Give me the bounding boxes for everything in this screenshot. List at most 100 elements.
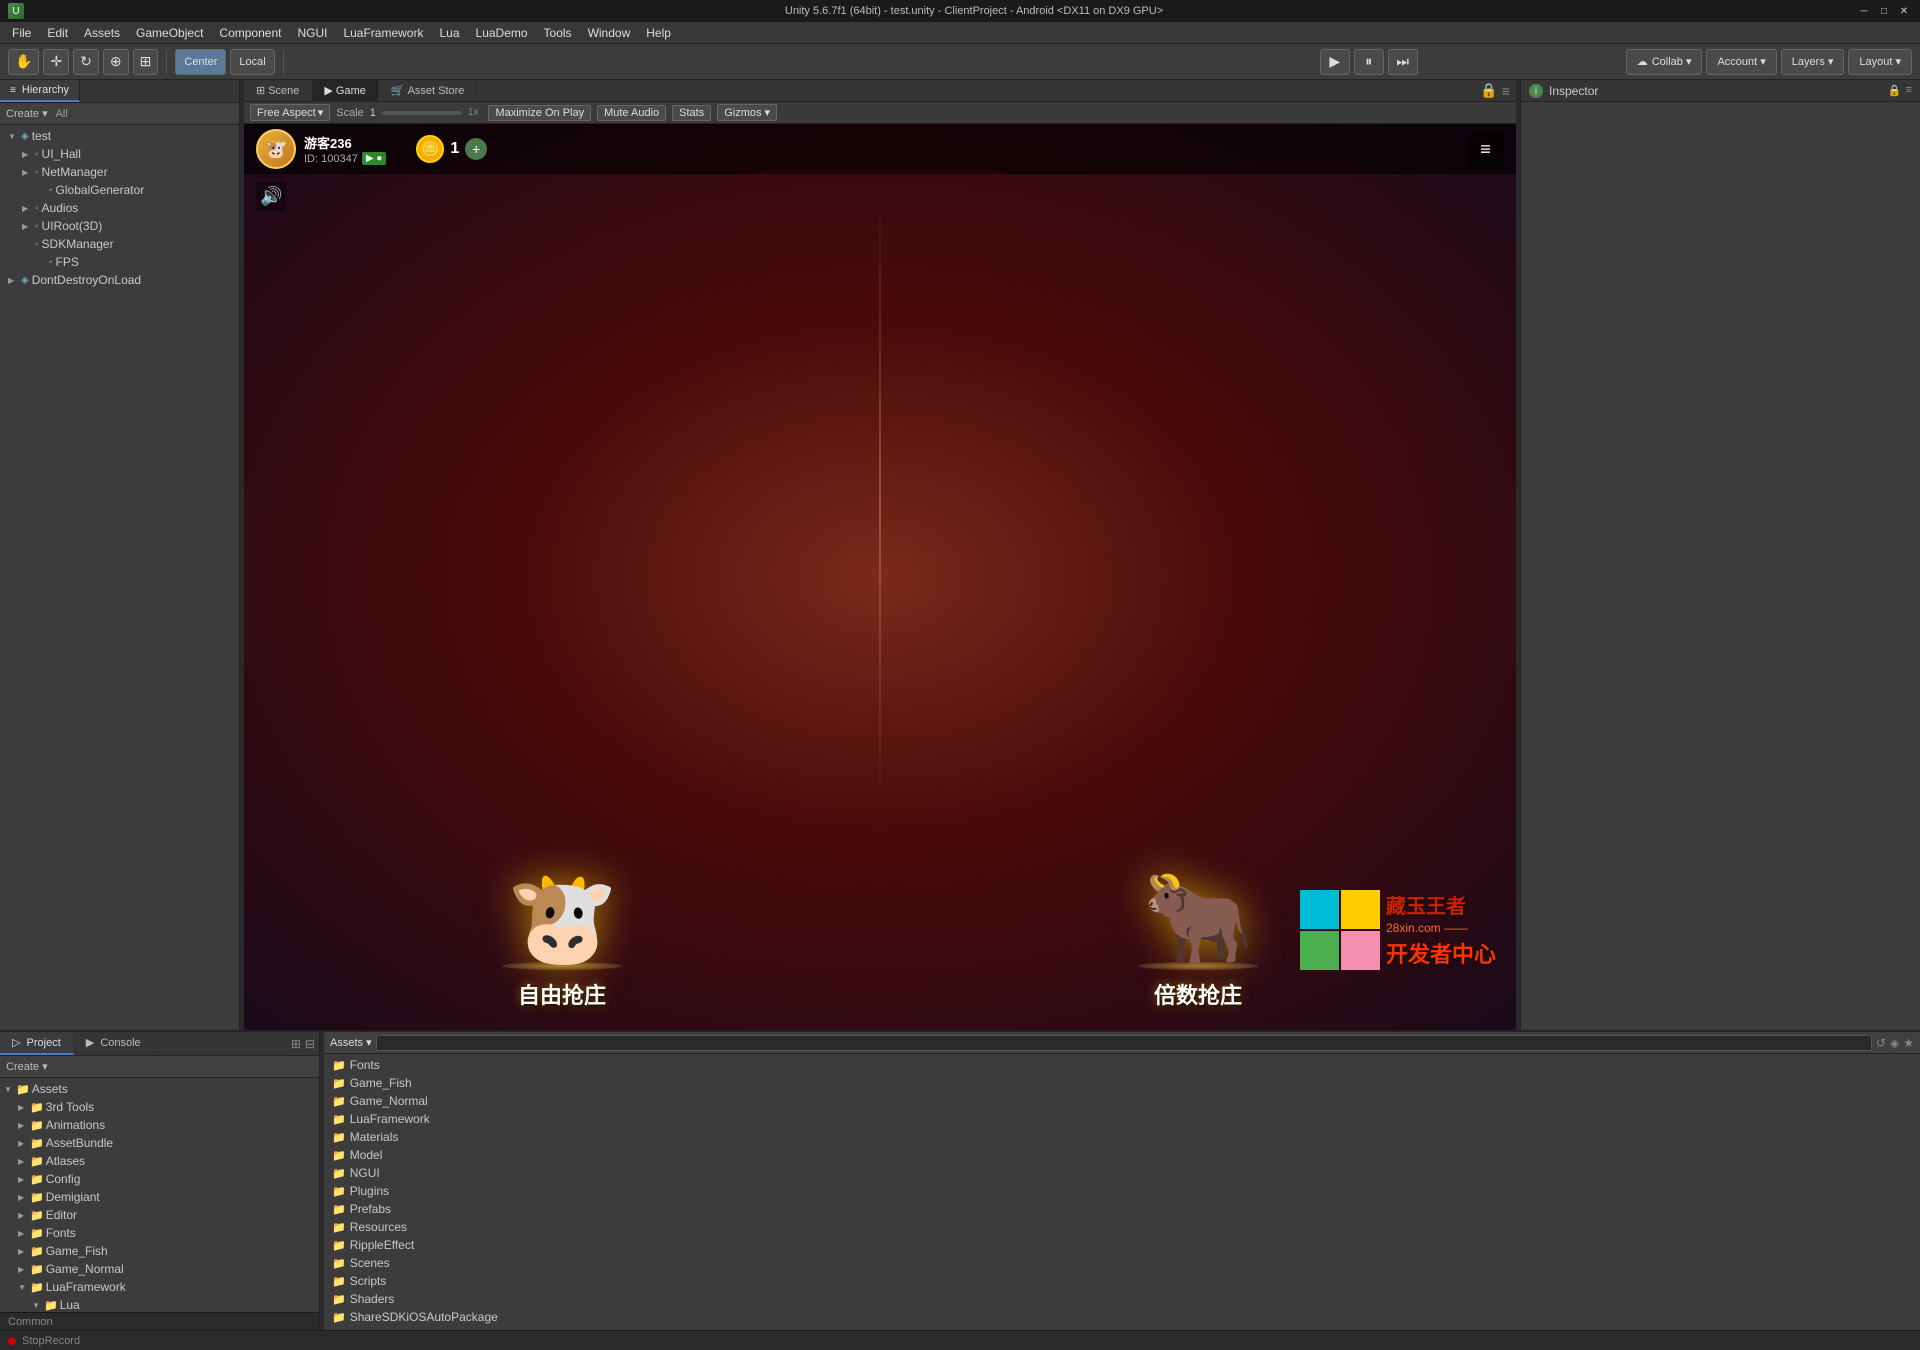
inspector-menu-icon[interactable]: ≡ (1906, 84, 1912, 97)
menu-item-edit[interactable]: Edit (39, 24, 76, 42)
scale-slider[interactable] (382, 111, 462, 115)
menu-item-ngui[interactable]: NGUI (289, 24, 335, 42)
sound-icon[interactable]: 🔊 (256, 182, 286, 211)
panel-lock-icon[interactable]: 🔒 (1480, 82, 1497, 99)
project-panel-icon1[interactable]: ⊞ (291, 1037, 301, 1051)
menu-item-lua[interactable]: Lua (431, 24, 467, 42)
tree-item-fonts[interactable]: ▶📁Fonts (0, 1224, 319, 1242)
asset-item-game-fish[interactable]: 📁Game_Fish (324, 1074, 1920, 1092)
asset-item-prefabs[interactable]: 📁Prefabs (324, 1200, 1920, 1218)
local-button[interactable]: Local (230, 49, 274, 75)
layers-button[interactable]: Layers ▾ (1781, 49, 1845, 75)
menu-item-gameobject[interactable]: GameObject (128, 24, 211, 42)
hierarchy-item-audios[interactable]: ▶◦Audios (0, 199, 239, 217)
minimize-button[interactable]: ─ (1856, 3, 1872, 19)
tree-item-game-fish[interactable]: ▶📁Game_Fish (0, 1242, 319, 1260)
project-panel-icon2[interactable]: ⊟ (305, 1037, 315, 1051)
create-button[interactable]: Create ▾ (6, 107, 48, 120)
tree-item-assets[interactable]: ▼📁Assets (0, 1080, 319, 1098)
step-button[interactable]: ⏭ (1388, 49, 1418, 75)
asset-store-tab[interactable]: 🛒 Asset Store (379, 80, 478, 101)
maximize-on-play-label: Maximize On Play (495, 107, 584, 119)
tree-item-animations[interactable]: ▶📁Animations (0, 1116, 319, 1134)
tree-item-assetbundle[interactable]: ▶📁AssetBundle (0, 1134, 319, 1152)
close-button[interactable]: ✕ (1896, 3, 1912, 19)
asset-item-rippleeffect[interactable]: 📁RippleEffect (324, 1236, 1920, 1254)
tree-item-luaframework[interactable]: ▼📁LuaFramework (0, 1278, 319, 1296)
hierarchy-item-ui-hall[interactable]: ▶◦UI_Hall (0, 145, 239, 163)
maximize-on-play-button[interactable]: Maximize On Play (488, 105, 591, 121)
menu-item-help[interactable]: Help (638, 24, 679, 42)
game-tab[interactable]: ▶ Game (312, 80, 378, 101)
hierarchy-item-netmanager[interactable]: ▶◦NetManager (0, 163, 239, 181)
collab-button[interactable]: ☁ Collab ▾ (1626, 49, 1703, 75)
hamburger-menu-button[interactable]: ≡ (1468, 131, 1504, 167)
hierarchy-tab[interactable]: ≡ Hierarchy (0, 80, 80, 102)
gizmos-button[interactable]: Gizmos ▾ (717, 104, 777, 121)
asset-item-materials[interactable]: 📁Materials (324, 1128, 1920, 1146)
tree-item-lua[interactable]: ▼📁Lua (0, 1296, 319, 1312)
asset-item-shaders[interactable]: 📁Shaders (324, 1290, 1920, 1308)
asset-item-scenes[interactable]: 📁Scenes (324, 1254, 1920, 1272)
transform-rotate-tool[interactable]: ↻ (73, 49, 99, 75)
hierarchy-item-sdkmanager[interactable]: ◦SDKManager (0, 235, 239, 253)
assets-refresh-icon[interactable]: ↺ (1876, 1036, 1886, 1050)
asset-item-game-normal[interactable]: 📁Game_Normal (324, 1092, 1920, 1110)
transform-hand-tool[interactable]: ✋ (8, 49, 39, 75)
transform-rect-tool[interactable]: ⊞ (133, 49, 159, 75)
asset-item-fonts[interactable]: 📁Fonts (324, 1056, 1920, 1074)
hierarchy-item-test[interactable]: ▼◈test (0, 127, 239, 145)
maximize-button[interactable]: □ (1876, 3, 1892, 19)
watermark-site: 28xin.com (1386, 921, 1441, 935)
search-all-filter[interactable]: All (56, 108, 68, 120)
menu-item-tools[interactable]: Tools (536, 24, 580, 42)
console-tab[interactable]: ▶ Console (74, 1032, 154, 1055)
center-button[interactable]: Center (175, 49, 226, 75)
add-coins-button[interactable]: + (465, 138, 487, 160)
mute-audio-button[interactable]: Mute Audio (597, 105, 666, 121)
hierarchy-item-fps[interactable]: ◦FPS (0, 253, 239, 271)
player-name: 游客236 (304, 133, 386, 152)
assets-search-input[interactable] (376, 1035, 1872, 1051)
stats-button[interactable]: Stats (672, 105, 711, 121)
inspector-lock-icon[interactable]: 🔒 (1888, 84, 1902, 97)
pause-button[interactable]: ⏸ (1354, 49, 1384, 75)
scene-tab[interactable]: ⊞ Scene (244, 80, 312, 101)
layout-button[interactable]: Layout ▾ (1848, 49, 1912, 75)
asset-item-ngui[interactable]: 📁NGUI (324, 1164, 1920, 1182)
assets-star-icon[interactable]: ★ (1903, 1036, 1914, 1050)
tree-item-game-normal[interactable]: ▶📁Game_Normal (0, 1260, 319, 1278)
transform-move-tool[interactable]: ✛ (43, 49, 69, 75)
tree-item-3rd-tools[interactable]: ▶📁3rd Tools (0, 1098, 319, 1116)
player-avatar: 🐮 (256, 129, 296, 169)
asset-item-sharesdkiosautopackage[interactable]: 📁ShareSDKiOSAutoPackage (324, 1308, 1920, 1326)
menu-item-luaframework[interactable]: LuaFramework (335, 24, 431, 42)
asset-item-plugins[interactable]: 📁Plugins (324, 1182, 1920, 1200)
asset-item-model[interactable]: 📁Model (324, 1146, 1920, 1164)
menu-item-luademo[interactable]: LuaDemo (468, 24, 536, 42)
menu-item-assets[interactable]: Assets (76, 24, 128, 42)
menu-item-component[interactable]: Component (211, 24, 289, 42)
hierarchy-item-uiroot-3d-[interactable]: ▶◦UIRoot(3D) (0, 217, 239, 235)
tree-item-config[interactable]: ▶📁Config (0, 1170, 319, 1188)
asset-item-resources[interactable]: 📁Resources (324, 1218, 1920, 1236)
tree-item-editor[interactable]: ▶📁Editor (0, 1206, 319, 1224)
free-aspect-button[interactable]: Free Aspect ▾ (250, 104, 330, 121)
project-tab[interactable]: ▷ Project (0, 1032, 74, 1055)
asset-item-scripts[interactable]: 📁Scripts (324, 1272, 1920, 1290)
menu-item-file[interactable]: File (4, 24, 39, 42)
play-button[interactable]: ▶ (1320, 49, 1350, 75)
panel-menu-icon[interactable]: ≡ (1502, 83, 1510, 99)
hierarchy-item-label: GlobalGenerator (56, 183, 145, 197)
assets-filter-icon[interactable]: ◈ (1890, 1036, 1899, 1050)
tree-item-atlases[interactable]: ▶📁Atlases (0, 1152, 319, 1170)
account-button[interactable]: Account ▾ (1706, 49, 1776, 75)
hierarchy-item-globalgenerator[interactable]: ◦GlobalGenerator (0, 181, 239, 199)
tree-item-demigiant[interactable]: ▶📁Demigiant (0, 1188, 319, 1206)
transform-scale-tool[interactable]: ⊕ (103, 49, 129, 75)
menu-item-window[interactable]: Window (580, 24, 639, 42)
project-create-button[interactable]: Create ▾ (6, 1060, 48, 1073)
asset-item-luaframework[interactable]: 📁LuaFramework (324, 1110, 1920, 1128)
hierarchy-item-dontdestroyonload[interactable]: ▶◈DontDestroyOnLoad (0, 271, 239, 289)
asset-item-spinetounity[interactable]: 📁SpineToUnity (324, 1326, 1920, 1330)
